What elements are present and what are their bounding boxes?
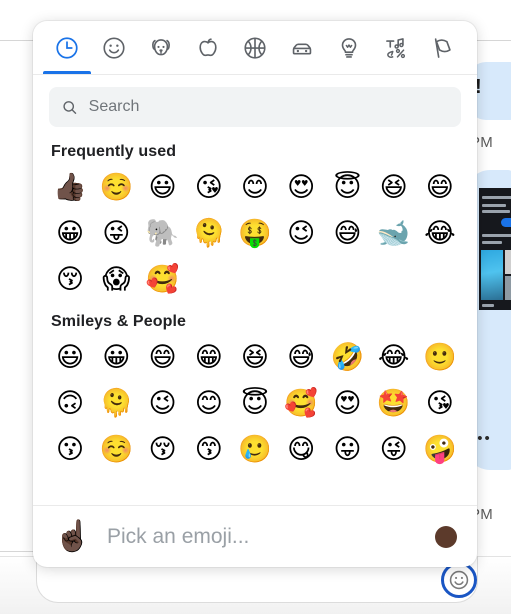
emoji-cell[interactable]: 🤪 <box>417 427 463 471</box>
emoji-cell[interactable]: 😆 <box>232 335 278 379</box>
emoji-cell[interactable]: 😃 <box>47 335 93 379</box>
emoji-cell[interactable]: 🥰 <box>278 381 324 425</box>
tab-symbols[interactable] <box>373 22 420 74</box>
emoji-cell[interactable]: 😜 <box>93 211 139 255</box>
emoji-cell[interactable]: 🐘 <box>139 211 185 255</box>
emoji-cell[interactable]: 😄 <box>417 165 463 209</box>
emoji-cell[interactable]: 😁 <box>186 335 232 379</box>
emoji-cell[interactable]: 😛 <box>324 427 370 471</box>
emoji-picker-panel: Frequently used 👍🏿☺️😃😘😊😍😇😆😄😀😜🐘🫠🤑😉😅🐋😂😚😱🥰 … <box>33 21 477 567</box>
symbols-icon <box>386 38 406 59</box>
emoji-cell[interactable]: 🥲 <box>232 427 278 471</box>
preview-emoji: ☝🏿 <box>54 518 92 554</box>
flag-icon <box>435 38 452 58</box>
emoji-cell[interactable]: 😊 <box>232 165 278 209</box>
emoji-cell[interactable]: ☺️ <box>93 427 139 471</box>
search-field[interactable] <box>49 87 461 127</box>
tab-recent[interactable] <box>42 22 91 74</box>
tab-objects[interactable] <box>326 22 373 74</box>
emoji-cell[interactable]: 😄 <box>139 335 185 379</box>
emoji-cell[interactable]: 😱 <box>93 257 139 301</box>
skin-tone-selector[interactable] <box>435 525 457 548</box>
emoji-section-frequently-used: Frequently used 👍🏿 ☺️ 😃 😘 😊 😍 😇 😆 😄 😀 😜 🐘 🫠 🤑 😉 😅 🐋 😂 😚 😱 🥰 <box>47 143 463 301</box>
car-icon <box>292 43 312 55</box>
emoji-cell[interactable]: 🙃 <box>47 381 93 425</box>
tab-flags[interactable] <box>420 22 467 74</box>
emoji-cell[interactable]: 😚 <box>139 427 185 471</box>
emoji-cell[interactable]: 😂 <box>371 335 417 379</box>
emoji-cell[interactable]: 🫠 <box>186 211 232 255</box>
emoji-cell[interactable]: 😍 <box>278 165 324 209</box>
lightbulb-icon <box>341 38 357 58</box>
basketball-icon <box>244 37 266 59</box>
tab-active-indicator <box>42 71 91 74</box>
tab-travel[interactable] <box>279 22 326 74</box>
emoji-cell[interactable]: 😙 <box>186 427 232 471</box>
emoji-cell[interactable]: 😋 <box>278 427 324 471</box>
emoji-cell[interactable]: 😚 <box>47 257 93 301</box>
emoji-cell[interactable]: 😗 <box>47 427 93 471</box>
tab-activity[interactable] <box>231 22 278 74</box>
picker-footer: ☝🏿 Pick an emoji... <box>33 505 477 567</box>
emoji-cell[interactable]: 🤩 <box>371 381 417 425</box>
emoji-cell[interactable]: 😀 <box>93 335 139 379</box>
emoji-cell[interactable]: 😀 <box>47 211 93 255</box>
emoji-grid: 😃 😀 😄 😁 😆 😅 🤣 😂 🙂 🙃 🫠 😉 😊 😇 🥰 😍 🤩 😘 😗 ☺️ 😚 😙 🥲 😋 😛 😜 🤪 <box>47 335 463 471</box>
smiley-icon <box>103 37 125 59</box>
search-input[interactable] <box>88 98 449 116</box>
emoji-cell[interactable]: 😇 <box>232 381 278 425</box>
emoji-trigger-button[interactable] <box>441 562 477 598</box>
emoji-scroll-area[interactable]: Frequently used 👍🏿 ☺️ 😃 😘 😊 😍 😇 😆 😄 😀 😜 🐘 🫠 🤑 😉 😅 🐋 😂 😚 😱 🥰 … <box>33 131 477 505</box>
emoji-cell[interactable]: 😍 <box>324 381 370 425</box>
section-title: Frequently used <box>51 143 177 160</box>
emoji-cell[interactable]: 😘 <box>417 381 463 425</box>
emoji-cell[interactable]: 🥰 <box>139 257 185 301</box>
emoji-cell[interactable]: 😊 <box>186 381 232 425</box>
emoji-cell[interactable]: 👍🏿 <box>47 165 93 209</box>
dog-icon <box>151 39 170 56</box>
emoji-cell[interactable]: 😘 <box>186 165 232 209</box>
emoji-cell[interactable]: 🤑 <box>232 211 278 255</box>
emoji-cell[interactable]: 😂 <box>417 211 463 255</box>
emoji-cell[interactable]: 🐋 <box>371 211 417 255</box>
tab-animals[interactable] <box>137 22 184 74</box>
emoji-cell[interactable]: 😅 <box>324 211 370 255</box>
footer-hint-text: Pick an emoji... <box>107 524 250 548</box>
emoji-cell[interactable]: 😆 <box>371 165 417 209</box>
emoji-cell[interactable]: 😉 <box>139 381 185 425</box>
emoji-cell[interactable]: 😅 <box>278 335 324 379</box>
emoji-cell[interactable]: ☺️ <box>93 165 139 209</box>
emoji-cell[interactable]: 😜 <box>371 427 417 471</box>
apple-icon <box>199 38 217 57</box>
clock-icon <box>55 37 78 59</box>
chat-image-thumbnail <box>479 188 511 310</box>
search-row <box>33 75 477 131</box>
emoji-cell[interactable]: 🙂 <box>417 335 463 379</box>
emoji-cell[interactable]: 😇 <box>324 165 370 209</box>
emoji-section-smileys-people: Smileys & People 😃 😀 😄 😁 😆 😅 🤣 😂 🙂 🙃 🫠 😉 😊 😇 🥰 😍 🤩 😘 😗 ☺️ 😚 😙… <box>47 313 463 471</box>
section-title: Smileys & People <box>51 313 186 330</box>
emoji-grid: 👍🏿 ☺️ 😃 😘 😊 😍 😇 😆 😄 😀 😜 🐘 🫠 🤑 😉 😅 🐋 😂 😚 😱 🥰 <box>47 165 463 301</box>
emoji-cell[interactable]: 🤣 <box>324 335 370 379</box>
category-tabs <box>33 21 477 75</box>
emoji-cell[interactable]: 😃 <box>139 165 185 209</box>
emoji-cell[interactable]: 🫠 <box>93 381 139 425</box>
search-icon <box>63 100 77 114</box>
tab-smileys[interactable] <box>90 22 137 74</box>
tab-food[interactable] <box>184 22 231 74</box>
smiley-icon <box>449 570 469 590</box>
emoji-cell[interactable]: 😉 <box>278 211 324 255</box>
